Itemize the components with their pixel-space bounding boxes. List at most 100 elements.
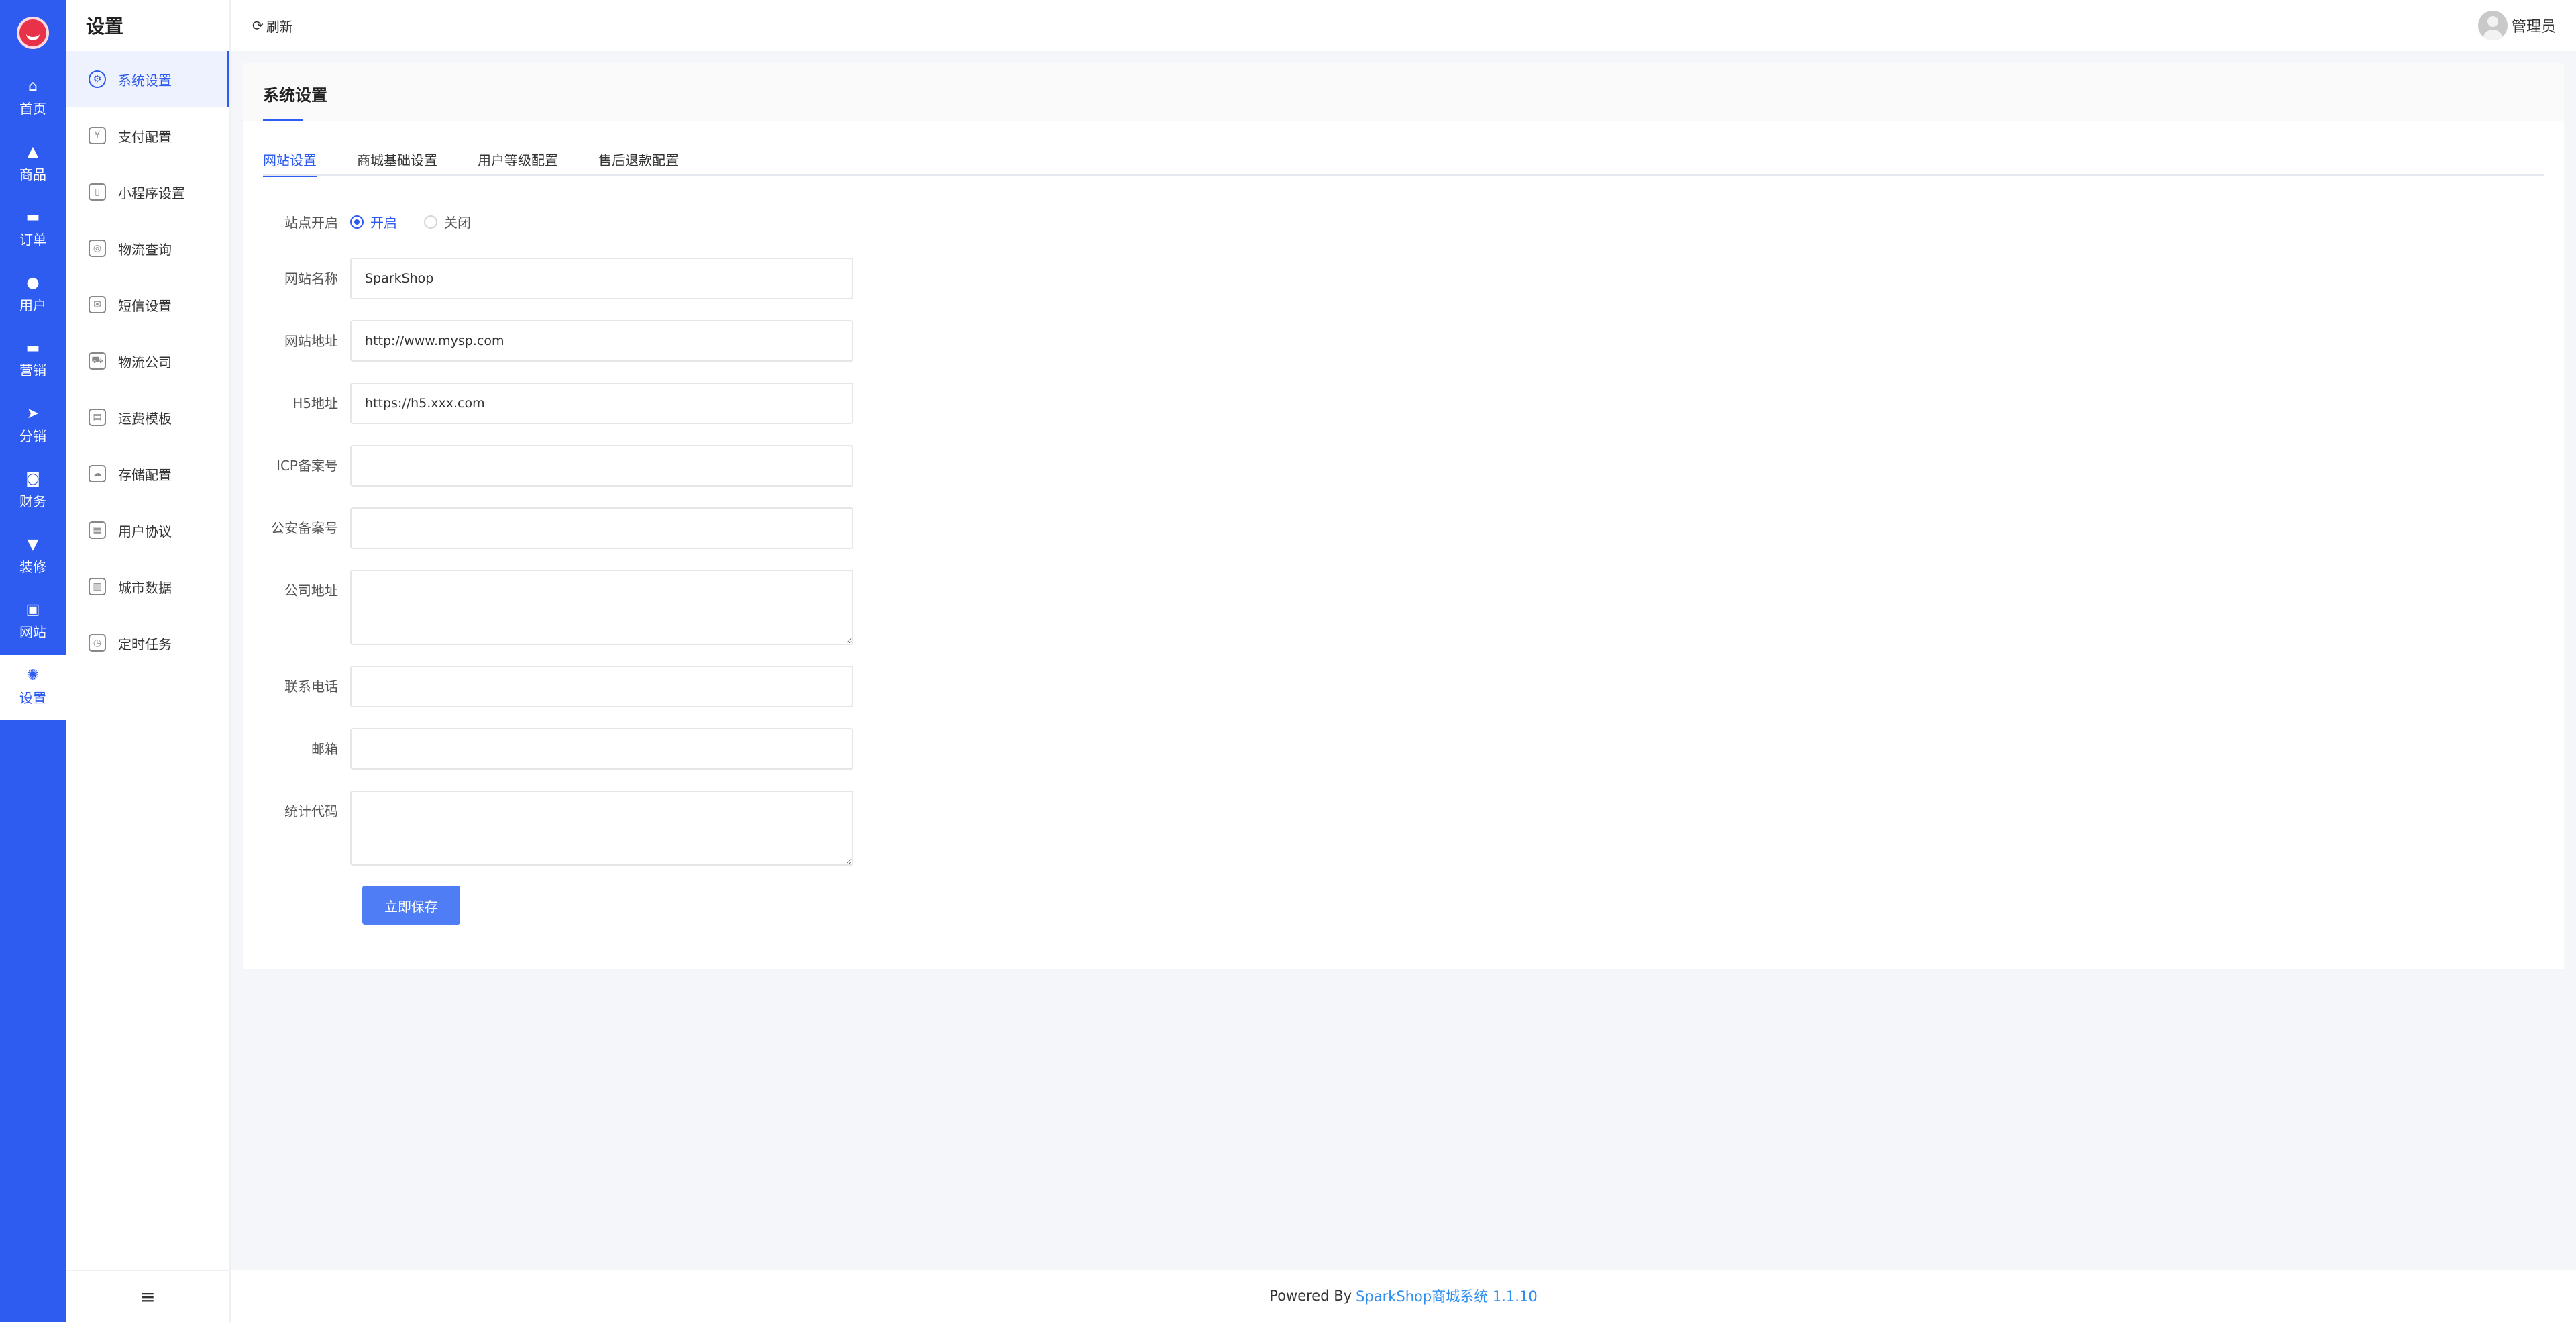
- rail-item-orders[interactable]: ▬ 订单: [0, 197, 66, 262]
- rail-item-users[interactable]: ● 用户: [0, 262, 66, 328]
- submenu-item-label: 城市数据: [118, 579, 172, 596]
- submenu-item-system-settings[interactable]: ⚙ 系统设置: [66, 51, 229, 107]
- page-title: 系统设置: [263, 85, 327, 105]
- user-menu[interactable]: 管理员: [2477, 11, 2556, 40]
- rail-item-marketing[interactable]: ▬ 营销: [0, 327, 66, 393]
- site-name-input[interactable]: [350, 258, 853, 299]
- app-logo[interactable]: [0, 0, 66, 66]
- ticket-icon: ▬: [25, 340, 40, 357]
- submenu-item-label: 存储配置: [118, 466, 172, 483]
- tab-user-level-config[interactable]: 用户等级配置: [478, 149, 558, 176]
- submenu-item-logistics-company[interactable]: ⛟ 物流公司: [66, 333, 229, 389]
- submenu-item-label: 系统设置: [118, 72, 172, 89]
- submenu-item-label: 物流公司: [118, 354, 172, 370]
- truck-icon: ⛟: [89, 352, 106, 370]
- company-address-label: 公司地址: [284, 582, 338, 599]
- submenu-item-label: 物流查询: [118, 241, 172, 258]
- refresh-button[interactable]: ⟳ 刷新: [252, 16, 293, 36]
- rail-item-label: 订单: [19, 232, 46, 248]
- stat-code-textarea[interactable]: [350, 791, 853, 866]
- home-icon: ⌂: [28, 78, 38, 95]
- cloud-icon: ☁: [89, 465, 106, 482]
- rail-item-products[interactable]: ▲ 商品: [0, 132, 66, 197]
- submenu-item-logistics-query[interactable]: ◎ 物流查询: [66, 220, 229, 276]
- tab-website-settings[interactable]: 网站设置: [263, 149, 317, 177]
- submenu-item-scheduled-tasks[interactable]: ◷ 定时任务: [66, 615, 229, 671]
- site-open-row: 站点开启 开启 关闭: [243, 212, 471, 232]
- radio-unchecked-icon: [424, 215, 437, 229]
- email-label: 邮箱: [311, 741, 338, 757]
- rail-item-settings[interactable]: ✺ 设置: [0, 654, 66, 720]
- logo-icon: [17, 17, 49, 49]
- rail-item-distribution[interactable]: ➤ 分销: [0, 393, 66, 459]
- rail-item-finance[interactable]: ◙ 财务: [0, 458, 66, 524]
- submenu-item-sms[interactable]: ✉ 短信设置: [66, 276, 229, 333]
- icp-label: ICP备案号: [276, 458, 338, 474]
- tab-mall-basic-settings[interactable]: 商城基础设置: [357, 149, 437, 176]
- brush-icon: ▼: [27, 536, 39, 553]
- stat-code-row: 统计代码: [243, 791, 853, 866]
- site-open-radio-group: 开启 关闭: [350, 212, 471, 232]
- gear-icon: ⚙: [89, 70, 106, 88]
- email-row: 邮箱: [243, 728, 853, 770]
- money-icon: ◙: [25, 470, 40, 488]
- main-nav-rail: ⌂ 首页 ▲ 商品 ▬ 订单 ● 用户 ▬ 营销 ➤ 分销 ◙ 财务 ▼ 装修 …: [0, 0, 66, 1322]
- submenu-item-user-agreement[interactable]: ▦ 用户协议: [66, 502, 229, 558]
- submenu-item-payment[interactable]: ¥ 支付配置: [66, 107, 229, 164]
- submenu-item-shipping-template[interactable]: ▤ 运费模板: [66, 389, 229, 446]
- police-record-row: 公安备案号: [243, 507, 853, 549]
- message-icon: ✉: [89, 296, 106, 313]
- submenu-item-miniprogram[interactable]: ▯ 小程序设置: [66, 164, 229, 220]
- bike-icon: ◎: [89, 240, 106, 257]
- save-button[interactable]: 立即保存: [362, 886, 460, 925]
- h5-url-row: H5地址: [243, 383, 853, 424]
- police-record-label: 公安备案号: [271, 520, 338, 536]
- submenu-item-label: 定时任务: [118, 635, 172, 652]
- site-url-label: 网站地址: [284, 333, 338, 349]
- payment-icon: ¥: [89, 127, 106, 144]
- phone-input[interactable]: [350, 666, 853, 707]
- radio-label: 关闭: [444, 215, 471, 231]
- radio-checked-icon: [350, 215, 364, 229]
- rail-item-label: 分销: [19, 427, 46, 444]
- submenu-item-storage[interactable]: ☁ 存储配置: [66, 446, 229, 502]
- police-record-input[interactable]: [350, 507, 853, 549]
- rail-item-website[interactable]: ▣ 网站: [0, 589, 66, 655]
- site-url-row: 网站地址: [243, 320, 853, 362]
- rail-item-label: 网站: [19, 624, 46, 641]
- tab-refund-config[interactable]: 售后退款配置: [598, 149, 679, 176]
- stat-code-label: 统计代码: [284, 803, 338, 819]
- h5-url-input[interactable]: [350, 383, 853, 424]
- settings-submenu: 设置 ⚙ 系统设置 ¥ 支付配置 ▯ 小程序设置 ◎ 物流查询 ✉ 短信设置 ⛟…: [66, 0, 231, 1322]
- footer-link[interactable]: SparkShop商城系统 1.1.10: [1356, 1286, 1538, 1306]
- rail-item-home[interactable]: ⌂ 首页: [0, 66, 66, 132]
- site-open-radio-off[interactable]: 关闭: [424, 212, 471, 232]
- rail-item-label: 装修: [19, 558, 46, 575]
- site-name-label: 网站名称: [284, 270, 338, 287]
- rail-item-label: 首页: [19, 101, 46, 117]
- site-open-radio-on[interactable]: 开启: [350, 212, 397, 232]
- rail-item-decoration[interactable]: ▼ 装修: [0, 524, 66, 590]
- user-icon: ●: [26, 274, 40, 291]
- avatar: [2477, 11, 2508, 40]
- send-icon: ➤: [26, 405, 40, 422]
- icp-row: ICP备案号: [243, 445, 853, 487]
- submenu-item-city-data[interactable]: ▥ 城市数据: [66, 558, 229, 615]
- site-url-input[interactable]: [350, 320, 853, 362]
- submenu-item-label: 支付配置: [118, 128, 172, 145]
- submenu-item-label: 小程序设置: [118, 185, 185, 201]
- footer-prefix: Powered By: [1269, 1288, 1352, 1304]
- bag-icon: ▲: [27, 143, 39, 160]
- menu-collapse-icon[interactable]: ≡: [66, 1270, 229, 1322]
- radio-label: 开启: [370, 215, 397, 231]
- top-bar: ⟳ 刷新 管理员: [231, 0, 2576, 51]
- panel-header: 系统设置: [243, 63, 2564, 121]
- email-input[interactable]: [350, 728, 853, 770]
- order-icon: ▬: [25, 209, 40, 226]
- company-address-textarea[interactable]: [350, 570, 853, 645]
- site-open-label: 站点开启: [284, 215, 338, 231]
- rail-item-label: 营销: [19, 362, 46, 379]
- icp-input[interactable]: [350, 445, 853, 487]
- phone-label: 联系电话: [284, 678, 338, 695]
- clock-icon: ◷: [89, 634, 106, 652]
